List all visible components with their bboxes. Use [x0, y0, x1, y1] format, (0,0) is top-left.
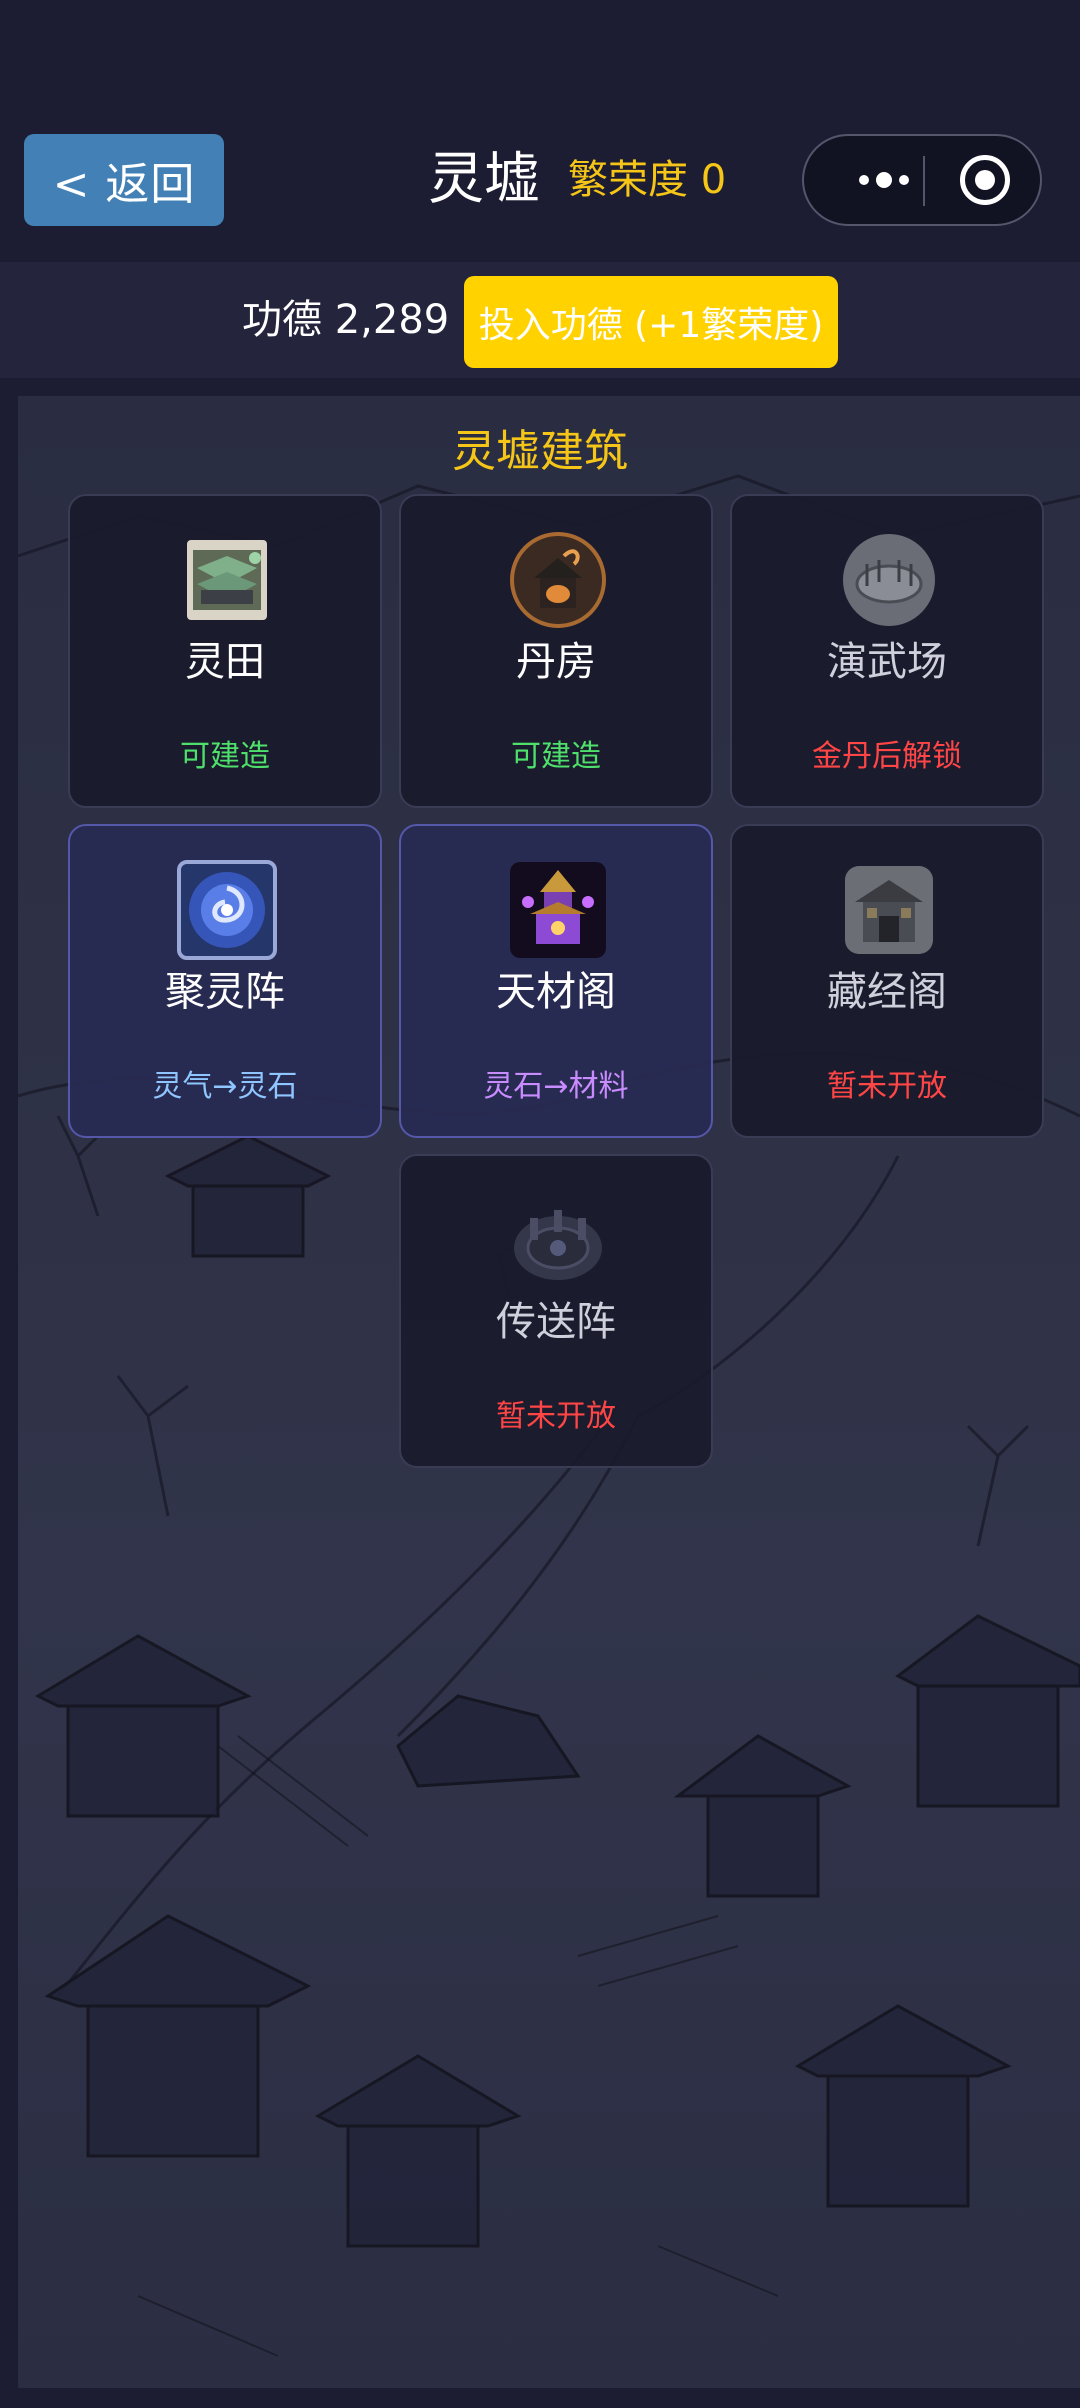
prosperity-indicator: 繁荣度 0 [568, 157, 727, 203]
merit-count: 功德 2,289 [242, 297, 450, 343]
building-status: 暂未开放 [827, 1069, 947, 1104]
building-name: 藏经阁 [827, 969, 947, 1015]
material-pavilion-icon [510, 862, 606, 958]
building-card-training-ground[interactable]: 演武场 金丹后解锁 [730, 494, 1044, 808]
building-card-alchemy-room[interactable]: 丹房 可建造 [399, 494, 713, 808]
building-card-spirit-array[interactable]: 聚灵阵 灵气→灵石 [68, 824, 382, 1138]
building-card-material-pavilion[interactable]: 天材阁 灵石→材料 [399, 824, 713, 1138]
building-name: 灵田 [185, 639, 265, 685]
building-name: 传送阵 [496, 1299, 616, 1345]
navigation-bar: < 返回 灵墟 繁荣度 0 [0, 0, 1080, 262]
section-title: 灵墟建筑 [452, 426, 628, 477]
spirit-array-icon [177, 860, 277, 960]
merit-bar: 功德 2,289 投入功德 (+1繁荣度) [0, 262, 1080, 378]
teleport-array-icon [514, 1210, 602, 1280]
miniprogram-capsule [802, 134, 1042, 226]
spirit-field-icon [187, 540, 267, 620]
scripture-pavilion-icon [845, 866, 933, 954]
close-miniprogram-icon[interactable] [960, 155, 1010, 205]
building-card-scripture-pavilion[interactable]: 藏经阁 暂未开放 [730, 824, 1044, 1138]
capsule-divider [923, 156, 925, 206]
building-status: 灵石→材料 [483, 1069, 629, 1104]
building-card-spirit-field[interactable]: 灵田 可建造 [68, 494, 382, 808]
building-name: 天材阁 [496, 969, 616, 1015]
building-status: 暂未开放 [496, 1399, 616, 1434]
building-name: 聚灵阵 [165, 969, 285, 1015]
back-button[interactable]: < 返回 [24, 134, 224, 226]
invest-merit-button[interactable]: 投入功德 (+1繁荣度) [464, 276, 838, 368]
building-status: 可建造 [180, 739, 270, 774]
building-card-teleport-array[interactable]: 传送阵 暂未开放 [399, 1154, 713, 1468]
alchemy-room-icon [510, 532, 606, 628]
building-name: 演武场 [827, 639, 947, 685]
building-status: 金丹后解锁 [812, 739, 962, 774]
building-status: 灵气→灵石 [152, 1069, 298, 1104]
building-status: 可建造 [511, 739, 601, 774]
more-options-icon[interactable] [834, 136, 934, 224]
page-title: 灵墟 [428, 147, 540, 212]
training-ground-icon [843, 534, 935, 626]
building-name: 丹房 [516, 639, 596, 685]
